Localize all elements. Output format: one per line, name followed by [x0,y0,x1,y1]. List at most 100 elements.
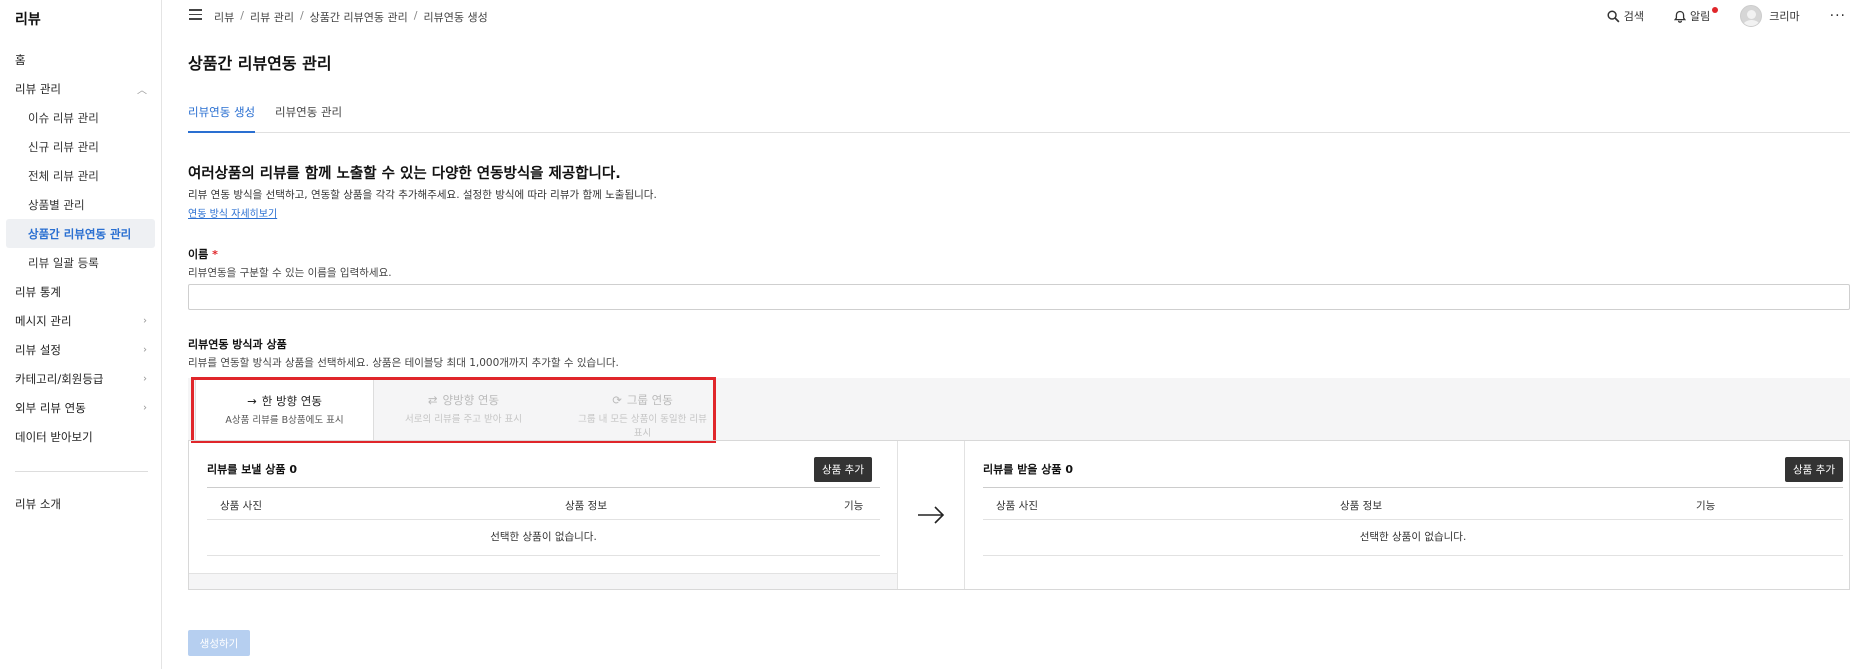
arrow-right-icon [918,506,945,524]
sidebar-item-data-export[interactable]: 데이터 받아보기 [6,422,155,451]
method-two-way-title: ⇄ 양방향 연동 [374,392,553,408]
col-photo: 상품 사진 [996,500,1038,512]
breadcrumb-item[interactable]: 상품간 리뷰연동 관리 [310,9,408,25]
page-title: 상품간 리뷰연동 관리 [188,54,332,73]
sidebar-item-label: 메시지 관리 [15,313,72,328]
sidebar-item-label: 데이터 받아보기 [15,429,93,444]
sidebar-item-label: 리뷰 통계 [15,284,61,299]
top-actions: 검색 알림 크리마 ··· [1607,5,1854,27]
sidebar-item-label: 전체 리뷰 관리 [28,168,99,183]
arrow-right-icon: → [247,394,257,408]
section-description: 리뷰 연동 방식을 선택하고, 연동할 상품을 각각 추가해주세요. 설정한 방… [188,189,657,201]
name-label-text: 이름 [188,248,209,261]
tab-bar: 리뷰연동 생성 리뷰연동 관리 [188,100,1850,133]
chevron-up-icon: ︿ [137,85,147,96]
sidebar-item-label: 이슈 리뷰 관리 [28,110,99,125]
bell-icon [1674,10,1687,23]
swap-arrows-icon: ⇄ [427,393,438,407]
add-receiver-product-button[interactable]: 상품 추가 [1785,457,1843,482]
topbar: 리뷰 / 리뷰 관리 / 상품간 리뷰연동 관리 / 리뷰연동 생성 검색 알림 크리… [163,0,1854,32]
sender-panel: 리뷰를 보낼 상품 0 상품 추가 상품 사진 상품 정보 기능 선택한 상품이… [189,441,897,589]
method-details-link[interactable]: 연동 방식 자세히보기 [188,205,277,220]
receiver-panel-title: 리뷰를 받을 상품 0 [983,463,1073,476]
name-label: 이름 * [188,246,218,262]
product-panels: 리뷰를 보낼 상품 0 상품 추가 상품 사진 상품 정보 기능 선택한 상품이… [188,440,1850,590]
col-photo: 상품 사진 [220,500,262,512]
sidebar-item-external[interactable]: 외부 리뷰 연동 › [6,393,155,422]
chevron-right-icon: › [143,344,147,355]
more-icon[interactable]: ··· [1830,8,1846,24]
user-name: 크리마 [1769,10,1800,23]
sidebar-item-review-manage[interactable]: 리뷰 관리 ︿ [6,74,155,103]
hamburger-menu-icon[interactable] [189,9,202,20]
search-icon [1607,9,1620,22]
table-header: 상품 사진 상품 정보 기능 [207,488,880,520]
method-group-sub: 그룹 내 모든 상품이 동일한 리뷰 표시 [578,414,707,439]
sidebar-item-bulk-upload[interactable]: 리뷰 일괄 등록 [6,248,155,277]
sidebar-item-label: 상품간 리뷰연동 관리 [28,226,132,241]
breadcrumb-separator: / [413,9,418,22]
add-sender-product-button[interactable]: 상품 추가 [814,457,872,482]
sidebar-item-label: 리뷰 관리 [15,81,61,96]
breadcrumb-item[interactable]: 리뷰 [214,9,234,25]
sidebar-item-home[interactable]: 홈 [6,45,155,74]
col-function: 기능 [1696,500,1716,512]
chevron-right-icon: › [143,373,147,384]
breadcrumb-item-current: 리뷰연동 생성 [423,11,488,24]
required-mark: * [212,248,218,261]
sidebar: 리뷰 홈 리뷰 관리 ︿ 이슈 리뷰 관리 신규 리뷰 관리 전체 리뷰 관리 상… [0,0,162,669]
sender-product-table: 상품 사진 상품 정보 기능 선택한 상품이 없습니다. [207,487,880,556]
method-label: 리뷰연동 방식과 상품 [188,338,287,351]
sidebar-item-product-manage[interactable]: 상품별 관리 [6,190,155,219]
method-one-way-sub: A상품 리뷰를 B상품에도 표시 [225,415,344,426]
tab-manage-link[interactable]: 리뷰연동 관리 [275,100,342,133]
method-group[interactable]: ⟳ 그룹 연동 그룹 내 모든 상품이 동일한 리뷰 표시 [553,378,732,440]
sidebar-item-about[interactable]: 리뷰 소개 [15,496,61,512]
name-help: 리뷰연동을 구분할 수 있는 이름을 입력하세요. [188,267,392,279]
brand-logo[interactable]: 리뷰 [15,9,41,29]
sidebar-nav: 홈 리뷰 관리 ︿ 이슈 리뷰 관리 신규 리뷰 관리 전체 리뷰 관리 상품별 … [6,45,155,451]
search-button[interactable]: 검색 [1607,8,1644,24]
alarm-label: 알림 [1690,10,1711,23]
sidebar-item-new-reviews[interactable]: 신규 리뷰 관리 [6,132,155,161]
chevron-right-icon: › [143,402,147,413]
breadcrumb: 리뷰 / 리뷰 관리 / 상품간 리뷰연동 관리 / 리뷰연동 생성 [214,9,488,25]
sidebar-item-category[interactable]: 카테고리/회원등급 › [6,364,155,393]
method-one-way-title: → 한 방향 연동 [196,393,373,409]
breadcrumb-item[interactable]: 리뷰 관리 [250,9,294,25]
col-info: 상품 정보 [1340,500,1382,512]
receiver-panel: 리뷰를 받을 상품 0 상품 추가 상품 사진 상품 정보 기능 선택한 상품이… [965,441,1849,589]
alarm-button[interactable]: 알림 [1674,7,1719,24]
sidebar-item-label: 리뷰 일괄 등록 [28,255,99,270]
breadcrumb-separator: / [240,9,244,22]
avatar [1740,5,1763,27]
section-headline: 여러상품의 리뷰를 함께 노출할 수 있는 다양한 연동방식을 제공합니다. [188,166,621,182]
method-one-way[interactable]: → 한 방향 연동 A상품 리뷰를 B상품에도 표시 [195,378,374,440]
sidebar-item-label: 신규 리뷰 관리 [28,139,99,154]
sidebar-item-review-link[interactable]: 상품간 리뷰연동 관리 [6,219,155,248]
sidebar-item-label: 외부 리뷰 연동 [15,400,86,415]
create-button[interactable]: 생성하기 [188,630,250,656]
sidebar-item-label: 상품별 관리 [28,197,85,212]
search-label: 검색 [1623,10,1645,23]
method-two-way-sub: 서로의 리뷰를 주고 받아 표시 [405,414,522,425]
sidebar-item-messages[interactable]: 메시지 관리 › [6,306,155,335]
sidebar-item-settings[interactable]: 리뷰 설정 › [6,335,155,364]
method-two-way[interactable]: ⇄ 양방향 연동 서로의 리뷰를 주고 받아 표시 [374,378,553,440]
method-title-text: 한 방향 연동 [261,394,322,408]
table-header: 상품 사진 상품 정보 기능 [983,488,1843,520]
sidebar-item-label: 카테고리/회원등급 [15,371,104,386]
user-menu[interactable]: 크리마 [1740,5,1800,27]
col-info: 상품 정보 [565,500,607,512]
tab-create-link[interactable]: 리뷰연동 생성 [188,100,256,133]
sender-panel-title: 리뷰를 보낼 상품 0 [207,463,297,476]
receiver-product-table: 상품 사진 상품 정보 기능 선택한 상품이 없습니다. [983,487,1843,556]
name-input[interactable] [188,284,1850,310]
sidebar-item-stats[interactable]: 리뷰 통계 [6,277,155,306]
sidebar-divider [15,471,148,472]
sidebar-item-issue-reviews[interactable]: 이슈 리뷰 관리 [6,103,155,132]
breadcrumb-separator: / [299,9,304,22]
method-title-text: 양방향 연동 [442,393,500,407]
panel-footer [189,573,897,589]
sidebar-item-all-reviews[interactable]: 전체 리뷰 관리 [6,161,155,190]
